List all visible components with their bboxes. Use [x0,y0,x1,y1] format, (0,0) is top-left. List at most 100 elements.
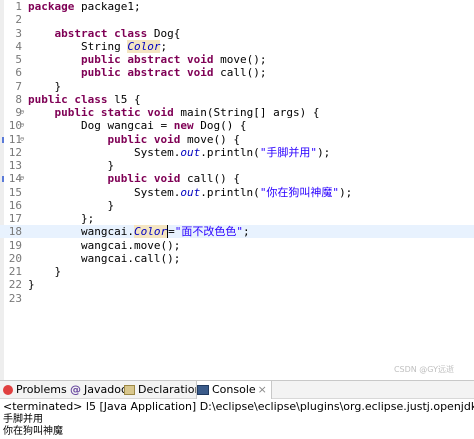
line-number: 23 [8,291,22,305]
code-line[interactable]: 22} [0,278,474,291]
fold-toggle-icon[interactable]: ⊖ [20,119,24,132]
override-marker-icon [2,176,5,183]
code-text: wangcai.move(); [28,239,180,252]
code-line[interactable]: 5 public abstract void move(); [0,53,474,66]
override-marker-icon [2,136,5,143]
code-token: Dog{ [147,26,181,40]
code-token: = [168,225,175,239]
line-number: 17 [8,212,22,225]
code-token: } [28,278,35,292]
fold-toggle-icon[interactable]: ⊖ [20,172,24,185]
code-line[interactable]: 9 ⊖ public static void main(String[] args… [0,106,474,119]
code-token: System. [28,185,181,199]
code-token: main(String[] args) { [173,106,320,119]
code-line[interactable]: 2 [0,13,474,26]
code-line[interactable]: 15 System.out.println("你在狗叫神魔"); [0,186,474,199]
code-line[interactable]: 20 wangcai.call(); [0,252,474,265]
code-token: Color [133,225,168,239]
problems-icon [3,385,13,395]
code-line[interactable]: 6 public abstract void call(); [0,66,474,79]
code-token: } [28,79,62,93]
code-token: move(); [213,53,267,66]
code-token: package1; [74,0,141,13]
code-line[interactable]: 17 }; [0,212,474,225]
code-text: } [28,199,114,212]
code-line[interactable]: 3 abstract class Dog{ [0,27,474,40]
tab-label: Javadoc [84,383,127,396]
line-number: 6 [15,66,22,80]
javadoc-icon: @ [70,383,81,396]
code-text: Dog wangcai = new Dog() { [28,119,247,132]
code-token: Dog wangcai = [28,119,174,133]
code-text: }; [28,212,94,225]
fold-toggle-icon[interactable]: ⊖ [20,133,24,146]
code-token: public [80,66,121,80]
line-number: 7 [15,79,22,93]
code-token: public [54,106,95,119]
code-token: public [28,92,68,106]
code-line[interactable]: 4 String Color; [0,39,474,53]
code-token: wangcai. [28,225,134,239]
line-number: 16 [8,198,22,212]
fold-toggle-icon[interactable]: ⊖ [20,106,24,119]
code-token: } [28,159,115,172]
code-line[interactable]: 8 public class l5 { [0,93,474,106]
code-line[interactable]: 11 ⊖ public void move() { [0,133,474,146]
code-token: abstract [127,66,181,80]
line-number: 22 [8,278,22,292]
code-text: } [28,278,35,291]
code-line[interactable]: 18 wangcai.Color="面不改色色"; [0,225,474,239]
code-line[interactable]: 14 ⊖ public void call() { [0,172,474,185]
code-token: String [28,39,128,53]
code-token: package [28,0,75,13]
code-text: wangcai.call(); [28,252,180,265]
console-output-line: 手脚并用 [3,414,43,425]
code-token: out [180,185,201,199]
line-number: 8 [15,92,22,106]
code-line[interactable]: 7 } [0,80,474,93]
code-token: public [107,132,148,146]
code-token: l5 { [107,92,141,106]
code-token: }; [28,212,95,225]
code-token: void [186,66,214,80]
code-line[interactable]: 1 package package1; [0,0,474,13]
code-token: } [28,265,62,278]
code-token: "你在狗叫神魔" [259,185,340,199]
code-token: call(); [213,66,267,80]
tab-label: Declaration [138,383,202,396]
close-icon[interactable]: × [258,383,267,396]
code-line[interactable]: 10 ⊖ Dog wangcai = new Dog() { [0,119,474,132]
code-token: void [147,106,174,119]
code-token: class [74,92,108,106]
line-number: 21 [8,265,22,278]
code-line[interactable]: 13 } [0,159,474,172]
code-line[interactable]: 23 [0,292,474,305]
code-line[interactable]: 19 wangcai.move(); [0,239,474,252]
tab-label: Problems [16,383,67,396]
tab-problems[interactable]: Problems [3,381,67,399]
code-editor[interactable]: 1 package package1; 2 3 abstract class Dog{… [0,0,474,380]
code-line[interactable]: 16 } [0,199,474,212]
console-view[interactable]: <terminated> l5 [Java Application] D:\ec… [0,399,474,439]
code-line[interactable]: 21 } [0,265,474,278]
line-number: 1 [15,0,22,13]
code-text: abstract class Dog{ [28,26,181,40]
code-token: abstract [54,26,108,40]
code-text: String Color; [28,39,167,53]
tab-javadoc[interactable]: @ Javadoc [70,381,127,399]
console-output-line: 你在狗叫神魔 [3,426,63,437]
tab-declaration[interactable]: Declaration [124,381,201,399]
code-token: ); [317,145,331,159]
code-token: .println( [200,145,260,159]
code-token: wangcai.call(); [28,251,181,265]
code-text: public void move() { [28,132,239,146]
tab-console[interactable]: Console × [196,381,272,399]
code-token: .println( [200,185,260,199]
line-number: 18 [8,225,22,239]
code-token: "面不改色色" [174,225,243,239]
code-line[interactable]: 12 System.out.println("手脚并用"); [0,146,474,159]
